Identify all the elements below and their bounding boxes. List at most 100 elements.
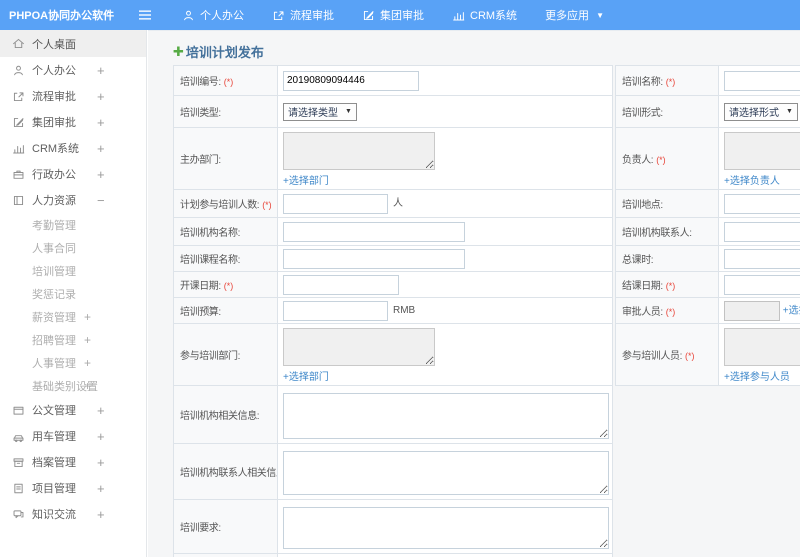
sidebar-subitem-personnel-mgmt[interactable]: 人事管理 + <box>0 351 146 374</box>
sidebar-subitem-label: 人事合同 <box>32 242 76 255</box>
home-icon <box>12 37 25 50</box>
sidebar-item-vehicle-mgmt[interactable]: 用车管理 + <box>0 423 146 449</box>
sidebar-subitem-label: 人事管理 <box>32 357 76 370</box>
sidebar-item-personal-desktop[interactable]: 个人桌面 <box>0 30 146 57</box>
expand-toggle-icon[interactable]: + <box>97 507 105 522</box>
sidebar-item-process-approval[interactable]: 流程审批 + <box>0 83 146 109</box>
participating-dept-field[interactable] <box>283 328 435 366</box>
sidebar-item-hr[interactable]: 人力资源 − <box>0 187 146 213</box>
sidebar-item-knowledge-exchange[interactable]: 知识交流 + <box>0 501 146 527</box>
form-right-table: 培训名称: (*) 培训形式: 请选择形式 ▼ 负责人: (*) +选择负责人 培训地点: 培训机… <box>615 65 800 386</box>
org-info-field[interactable] <box>283 392 609 439</box>
training-name-field[interactable] <box>724 70 800 91</box>
participants-picker-link[interactable]: +选择参与人员 <box>724 368 790 383</box>
label-org-contact-info: 培训机构联系人相关信息: <box>173 443 278 500</box>
label-org-contact: 培训机构联系人: <box>615 217 719 246</box>
label-org-info: 培训机构相关信息: <box>173 385 278 444</box>
sidebar-item-label: 行政办公 <box>32 169 76 181</box>
participating-dept-picker-link[interactable]: +选择部门 <box>283 368 329 383</box>
participants-field[interactable] <box>724 328 800 366</box>
add-icon: ✚ <box>173 44 184 59</box>
label-training-no: 培训编号: (*) <box>173 65 278 96</box>
sidebar-item-crm-system[interactable]: CRM系统 + <box>0 135 146 161</box>
leader-field[interactable] <box>724 132 800 170</box>
sidebar-subitem-label: 薪资管理 <box>32 311 76 324</box>
course-name-field[interactable] <box>283 248 465 269</box>
chart-icon <box>452 9 465 22</box>
sidebar-item-group-approval[interactable]: 集团审批 + <box>0 109 146 135</box>
approver-field[interactable] <box>724 300 780 321</box>
expand-toggle-icon[interactable]: + <box>97 167 105 182</box>
sidebar-subitem-base-category[interactable]: 基础类别设置 + <box>0 374 146 397</box>
sidebar-subitem-training-mgmt[interactable]: 培训管理 <box>0 259 146 282</box>
app-logo: PHPOA协同办公软件 <box>9 10 115 22</box>
sidebar-item-project-mgmt[interactable]: 项目管理 + <box>0 475 146 501</box>
expand-toggle-icon[interactable]: + <box>97 429 105 444</box>
sidebar-subitem-attendance-mgmt[interactable]: 考勤管理 <box>0 213 146 236</box>
expand-toggle-icon[interactable]: + <box>84 379 91 393</box>
org-name-field[interactable] <box>283 221 465 242</box>
sidebar-subitem-hr-contract[interactable]: 人事合同 <box>0 236 146 259</box>
training-requirements-field[interactable] <box>283 506 609 549</box>
sidebar-item-label: 公文管理 <box>32 405 76 417</box>
budget-field[interactable] <box>283 300 388 321</box>
nav-item-group-approval[interactable]: 集团审批 <box>348 0 438 30</box>
nav-item-label: 流程审批 <box>290 10 334 22</box>
sidebar-subitem-salary-mgmt[interactable]: 薪资管理 + <box>0 305 146 328</box>
user-icon <box>12 64 25 77</box>
sidebar-item-admin-office[interactable]: 行政办公 + <box>0 161 146 187</box>
end-date-field[interactable] <box>724 274 800 295</box>
expand-toggle-icon[interactable]: + <box>97 455 105 470</box>
form-row-org-contact-info: 培训机构联系人相关信息: <box>173 443 613 500</box>
start-date-field[interactable] <box>283 274 399 295</box>
training-type-select[interactable]: 请选择类型 ▼ <box>283 102 357 121</box>
sidebar-item-archive-mgmt[interactable]: 档案管理 + <box>0 449 146 475</box>
form-row-training-type: 培训类型: 请选择类型 ▼ <box>173 95 613 128</box>
expand-toggle-icon[interactable]: − <box>97 193 105 208</box>
nav-item-personal-office[interactable]: 个人办公 <box>168 0 258 30</box>
share-icon <box>272 9 285 22</box>
planned-participants-field[interactable] <box>283 193 388 214</box>
expand-toggle-icon[interactable]: + <box>84 356 91 370</box>
sidebar-item-label: 项目管理 <box>32 483 76 495</box>
sidebar-subitem-reward-record[interactable]: 奖惩记录 <box>0 282 146 305</box>
edit-icon <box>362 9 375 22</box>
car-icon <box>12 430 25 443</box>
sidebar-subitem-recruit-mgmt[interactable]: 招聘管理 + <box>0 328 146 351</box>
sidebar-subitem-label: 奖惩记录 <box>32 288 76 301</box>
nav-item-more-apps[interactable]: 更多应用 ▼ <box>531 0 618 30</box>
expand-toggle-icon[interactable]: + <box>97 89 105 104</box>
total-hours-field[interactable] <box>724 248 800 269</box>
hamburger-icon[interactable] <box>138 9 152 21</box>
form-row-training-requirements: 培训要求: <box>173 499 613 554</box>
sidebar-item-personal-office[interactable]: 个人办公 + <box>0 57 146 83</box>
page-title-text: 培训计划发布 <box>185 45 264 60</box>
training-no-field[interactable] <box>283 70 419 91</box>
org-contact-info-field[interactable] <box>283 450 609 495</box>
select-arrow-icon: ▼ <box>786 108 793 115</box>
top-nav: 个人办公 流程审批 集团审批 CRM系统 更多应用 ▼ <box>168 0 618 30</box>
host-dept-field[interactable] <box>283 132 435 170</box>
label-total-hours: 总课时: <box>615 245 719 272</box>
expand-toggle-icon[interactable]: + <box>84 310 91 324</box>
form-row-leader: 负责人: (*) +选择负责人 <box>615 127 800 190</box>
nav-item-crm-system[interactable]: CRM系统 <box>438 0 531 30</box>
org-contact-field[interactable] <box>724 221 800 242</box>
sidebar-item-document-mgmt[interactable]: 公文管理 + <box>0 397 146 423</box>
expand-toggle-icon[interactable]: + <box>84 333 91 347</box>
expand-toggle-icon[interactable]: + <box>97 481 105 496</box>
location-field[interactable] <box>724 193 800 214</box>
approver-picker-link[interactable]: +选择审批人员 <box>783 305 800 316</box>
expand-toggle-icon[interactable]: + <box>97 63 105 78</box>
leader-picker-link[interactable]: +选择负责人 <box>724 172 780 187</box>
training-form-select[interactable]: 请选择形式 ▼ <box>724 102 798 121</box>
label-planned-participants: 计划参与培训人数: (*) <box>173 189 278 218</box>
expand-toggle-icon[interactable]: + <box>97 403 105 418</box>
training-plan-form: 培训编号:(*)培训类型:请选择类型▼主办部门:+选择部门计划参与培训人数:(*… <box>173 65 800 557</box>
expand-toggle-icon[interactable]: + <box>97 115 105 130</box>
form-row-org-contact: 培训机构联系人: <box>615 217 800 246</box>
host-dept-picker-link[interactable]: +选择部门 <box>283 172 329 187</box>
expand-toggle-icon[interactable]: + <box>97 141 105 156</box>
chat-icon <box>12 508 25 521</box>
nav-item-process-approval[interactable]: 流程审批 <box>258 0 348 30</box>
